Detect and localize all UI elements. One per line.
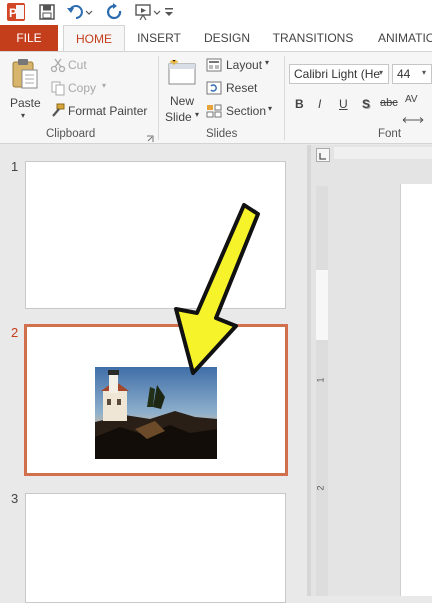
layout-label: Layout	[226, 58, 263, 72]
new-slide-label-2: Slide	[165, 110, 192, 124]
slide-number: 2	[11, 325, 19, 340]
italic-button[interactable]: I	[318, 97, 321, 111]
clipboard-icon	[10, 58, 40, 95]
svg-text:P: P	[9, 6, 17, 20]
vertical-ruler	[316, 186, 328, 596]
font-name-combobox[interactable]: Calibri Light (He	[289, 64, 389, 84]
scissors-icon	[50, 57, 66, 78]
tab-design[interactable]: DESIGN	[198, 25, 256, 51]
slide-number: 3	[11, 491, 19, 506]
tab-home[interactable]: HOME	[63, 25, 125, 52]
present-icon[interactable]	[134, 3, 162, 26]
layout-icon	[206, 57, 222, 78]
undo-icon[interactable]	[66, 3, 94, 26]
tab-insert[interactable]: INSERT	[132, 25, 186, 51]
redo-icon[interactable]	[106, 3, 124, 26]
new-slide-icon	[166, 58, 198, 93]
section-label: Section	[226, 104, 267, 118]
copy-icon	[50, 80, 66, 101]
horizontal-ruler	[334, 147, 432, 159]
slide-thumbnail-1[interactable]	[25, 161, 286, 309]
strikethrough-button[interactable]: abc	[380, 97, 398, 109]
format-painter-button[interactable]: Format Painter	[50, 103, 154, 121]
slides-group-label: Slides	[206, 128, 238, 140]
cut-label: Cut	[68, 58, 87, 72]
save-icon[interactable]	[38, 3, 56, 26]
ribbon-separator	[284, 56, 285, 140]
font-size-dropdown-icon[interactable]: ▾	[422, 68, 426, 77]
slide-thumbnail-2[interactable]	[24, 324, 288, 476]
new-slide-dropdown-icon: ▾	[195, 110, 200, 119]
new-slide-label-1: New	[170, 94, 195, 108]
slide-thumbnail-3[interactable]	[25, 493, 286, 603]
ribbon: Paste ▾ Cut Copy ▾ Format Painter Clipbo…	[0, 51, 432, 144]
tab-file[interactable]: FILE	[0, 25, 58, 51]
ribbon-tab-row: FILE HOME INSERT DESIGN TRANSITIONS ANIM…	[0, 25, 432, 52]
ruler-mark: 2	[315, 485, 326, 491]
paste-button[interactable]: Paste ▾	[6, 56, 46, 124]
character-spacing-button[interactable]: AV	[405, 94, 418, 105]
tab-animations[interactable]: ANIMATIO	[370, 25, 432, 51]
slide-canvas[interactable]	[400, 184, 432, 596]
character-spacing-arrow-icon	[402, 110, 424, 128]
font-group-label: Font	[378, 128, 402, 140]
layout-button[interactable]: Layout ▾	[206, 57, 276, 75]
copy-button[interactable]: Copy ▾	[50, 80, 120, 98]
format-painter-label: Format Painter	[68, 104, 148, 118]
clipboard-group-label: Clipboard	[46, 128, 96, 140]
ruler-corner-icon[interactable]	[316, 148, 330, 162]
customize-icon[interactable]	[164, 6, 174, 24]
reset-icon	[206, 80, 222, 101]
cut-button[interactable]: Cut	[50, 57, 110, 75]
paste-label: Paste	[10, 96, 41, 110]
powerpoint-logo-icon: P	[6, 2, 26, 27]
section-dropdown-icon: ▾	[268, 104, 273, 113]
ribbon-separator	[158, 56, 159, 140]
section-button[interactable]: Section ▾	[206, 103, 278, 121]
font-name-dropdown-icon[interactable]: ▾	[379, 68, 383, 77]
bold-button[interactable]: B	[295, 97, 304, 111]
ruler-mark: 1	[315, 377, 326, 383]
tab-transitions[interactable]: TRANSITIONS	[268, 25, 358, 51]
quick-access-toolbar: P	[0, 0, 432, 25]
shadow-button[interactable]: S	[362, 97, 370, 111]
copy-label: Copy	[68, 81, 97, 95]
copy-dropdown-icon: ▾	[102, 81, 107, 90]
lighthouse-image	[95, 367, 217, 459]
underline-button[interactable]: U	[339, 97, 348, 111]
section-icon	[206, 103, 222, 124]
new-slide-button[interactable]: New Slide ▾	[162, 56, 202, 124]
reset-button[interactable]: Reset	[206, 80, 266, 98]
paintbrush-icon	[50, 103, 66, 124]
slide-number: 1	[11, 159, 19, 174]
vertical-ruler-active-range	[316, 270, 328, 340]
reset-label: Reset	[226, 81, 258, 95]
paste-dropdown-icon: ▾	[21, 111, 26, 120]
layout-dropdown-icon: ▾	[265, 58, 270, 67]
